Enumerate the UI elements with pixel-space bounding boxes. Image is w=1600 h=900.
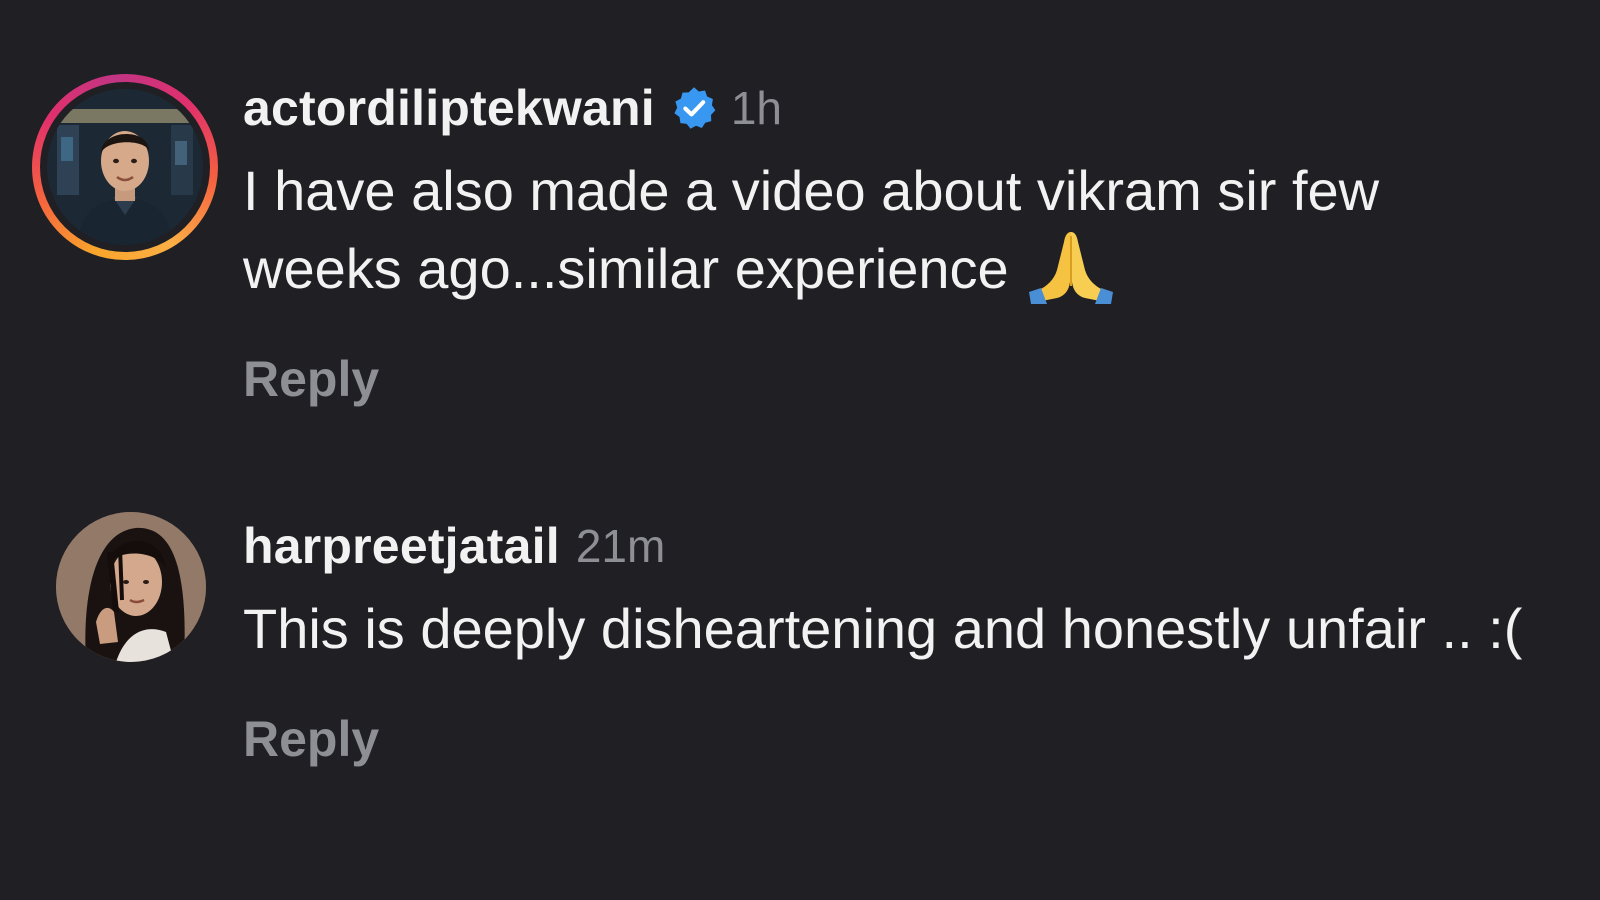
comment-timestamp: 1h xyxy=(730,82,782,134)
comments-list: actordiliptekwani 1h I have also made a … xyxy=(0,0,1600,900)
comment-username[interactable]: actordiliptekwani xyxy=(243,79,655,137)
comment-text: I have also made a video about vikram si… xyxy=(243,154,1543,306)
comment-timestamp: 21m xyxy=(575,520,666,572)
verified-badge-icon xyxy=(671,85,717,131)
avatar-photo-man xyxy=(47,89,203,245)
folded-hands-emoji-icon xyxy=(1027,228,1115,304)
avatar-story-ring[interactable] xyxy=(32,74,218,260)
avatar[interactable] xyxy=(47,89,203,245)
comment-body: harpreetjatail 21m This is deeply dishea… xyxy=(243,508,1543,768)
comment-header: harpreetjatail 21m xyxy=(243,508,1543,584)
avatar[interactable] xyxy=(56,512,206,662)
comment-text: This is deeply disheartening and honestl… xyxy=(243,597,1523,660)
comment-body: actordiliptekwani 1h I have also made a … xyxy=(243,70,1543,408)
avatar-photo-woman xyxy=(56,512,206,662)
comment-header: actordiliptekwani 1h xyxy=(243,70,1543,146)
reply-button[interactable]: Reply xyxy=(243,350,1543,408)
comment-username[interactable]: harpreetjatail xyxy=(243,517,560,575)
avatar-ring-gap xyxy=(40,82,210,252)
reply-button[interactable]: Reply xyxy=(243,710,1543,768)
comment-text-content: I have also made a video about vikram si… xyxy=(243,159,1380,300)
